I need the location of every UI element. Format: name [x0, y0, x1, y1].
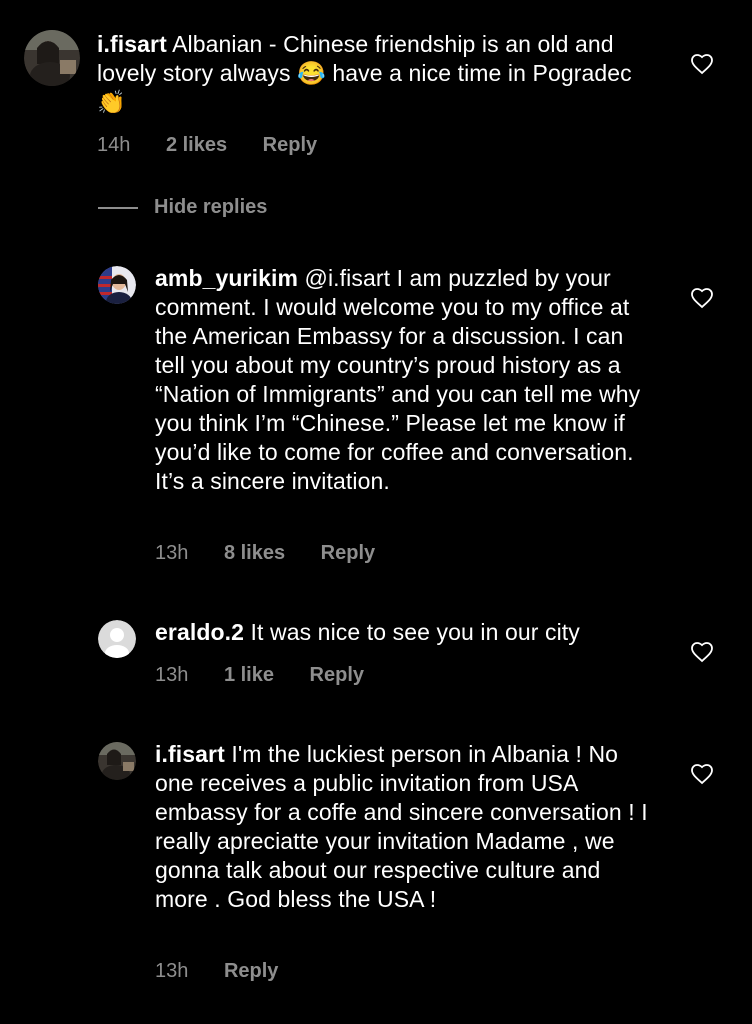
comment-body: i.fisart Albanian - Chinese friendship i… — [97, 30, 657, 117]
comment-time: 13h — [155, 664, 189, 686]
reply-button[interactable]: Reply — [310, 664, 364, 686]
hide-replies-label: Hide replies — [154, 196, 268, 218]
comment-time: 14h — [97, 134, 131, 156]
comment-likes[interactable]: 2 likes — [166, 134, 227, 156]
comment-text: @i.fisart I am puzzled by your comment. … — [155, 265, 641, 494]
divider-line — [98, 206, 138, 209]
comment-text: Albanian - Chinese friendship is an old … — [97, 31, 632, 115]
avatar[interactable] — [98, 266, 136, 304]
avatar[interactable] — [24, 30, 80, 86]
comment-time: 13h — [155, 960, 189, 982]
comment-body: amb_yurikim @i.fisart I am puzzled by yo… — [155, 264, 645, 496]
heart-icon[interactable] — [690, 52, 714, 76]
comment-username[interactable]: eraldo.2 — [155, 619, 244, 645]
comment-username[interactable]: i.fisart — [97, 31, 167, 57]
comment-meta: 13h 1 like Reply — [155, 664, 394, 687]
comment-likes[interactable]: 1 like — [224, 664, 274, 686]
heart-icon[interactable] — [690, 762, 714, 786]
comment-meta: 13h 8 likes Reply — [155, 542, 405, 565]
comment-likes[interactable]: 8 likes — [224, 542, 285, 564]
reply-button[interactable]: Reply — [224, 960, 278, 982]
comment-meta: 14h 2 likes Reply — [97, 134, 347, 157]
reply-button[interactable]: Reply — [321, 542, 375, 564]
comment-username[interactable]: i.fisart — [155, 741, 225, 767]
comment-text: I'm the luckiest person in Albania ! No … — [155, 741, 648, 912]
comment-time: 13h — [155, 542, 189, 564]
comment-text: It was nice to see you in our city — [250, 619, 580, 645]
comment-username[interactable]: amb_yurikim — [155, 265, 298, 291]
heart-icon[interactable] — [690, 286, 714, 310]
comment-meta: 13h Reply — [155, 960, 308, 983]
reply-button[interactable]: Reply — [263, 134, 317, 156]
avatar[interactable] — [98, 620, 136, 658]
heart-icon[interactable] — [690, 640, 714, 664]
hide-replies-button[interactable]: Hide replies — [98, 196, 267, 219]
avatar[interactable] — [98, 742, 136, 780]
comment-body: eraldo.2 It was nice to see you in our c… — [155, 618, 655, 647]
comment-body: i.fisart I'm the luckiest person in Alba… — [155, 740, 655, 914]
